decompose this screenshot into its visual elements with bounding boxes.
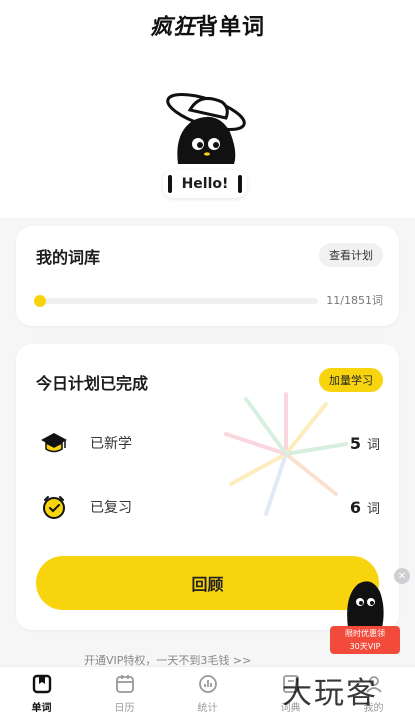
learned-value: 5 [349, 433, 361, 453]
watermark-text: 大玩客 [282, 676, 378, 711]
app-header: 疯狂背单词 [0, 0, 415, 50]
hero-section: Hello! [0, 50, 415, 218]
tab-statistics-label: 统计 [197, 703, 218, 714]
learned-unit: 词 [366, 437, 380, 453]
graduation-cap-icon [40, 429, 68, 457]
tab-words-label: 单词 [31, 703, 52, 714]
ad-line-2: 30天VIP [349, 642, 381, 651]
hello-bracket-right [238, 175, 243, 193]
chart-icon [197, 673, 219, 695]
reviewed-row: 已复习 6 词 [40, 492, 380, 522]
learned-row: 已新学 5 词 [40, 428, 380, 458]
tab-calendar[interactable]: 日历 [95, 673, 155, 714]
wordbank-title: 我的词库 [36, 248, 101, 267]
close-icon[interactable]: ✕ [394, 568, 410, 584]
wordbank-card[interactable]: 我的词库 查看计划 11/1851词 [16, 226, 399, 326]
hello-badge: Hello! [163, 170, 247, 198]
ad-line-1: 限时优惠领 [345, 629, 385, 638]
hello-text: Hello! [181, 176, 229, 192]
learned-label: 已新学 [90, 436, 132, 452]
reviewed-label: 已复习 [90, 500, 132, 516]
tab-words[interactable]: 单词 [12, 673, 72, 714]
wordbank-progress-bar [34, 295, 318, 307]
tab-calendar-label: 日历 [114, 703, 135, 714]
ad-banner[interactable]: 限时优惠领 30天VIP [330, 626, 400, 654]
book-icon [31, 673, 53, 695]
tab-statistics[interactable]: 统计 [178, 673, 238, 714]
calendar-icon [114, 673, 136, 695]
extra-study-button[interactable]: 加量学习 [319, 368, 383, 392]
floating-vip-ad[interactable]: ✕ 限时优惠领 30天VIP [330, 568, 410, 658]
clock-check-icon [40, 493, 68, 521]
view-plan-button[interactable]: 查看计划 [319, 243, 383, 267]
mascot-icon [166, 93, 246, 164]
app-title-accent: 疯狂 [149, 14, 196, 40]
ad-mascot-icon [347, 581, 384, 628]
wordbank-progress-text: 11/1851词 [326, 294, 383, 307]
hello-bracket-left [167, 175, 172, 193]
today-plan-title: 今日计划已完成 [36, 374, 149, 393]
app-title: 疯狂背单词 [150, 9, 265, 41]
reviewed-value: 6 [349, 497, 361, 517]
review-button[interactable]: 回顾 [36, 556, 379, 610]
app-title-main: 背单词 [196, 15, 266, 40]
reviewed-unit: 词 [366, 501, 380, 517]
wordbank-progress-dot [34, 295, 46, 307]
